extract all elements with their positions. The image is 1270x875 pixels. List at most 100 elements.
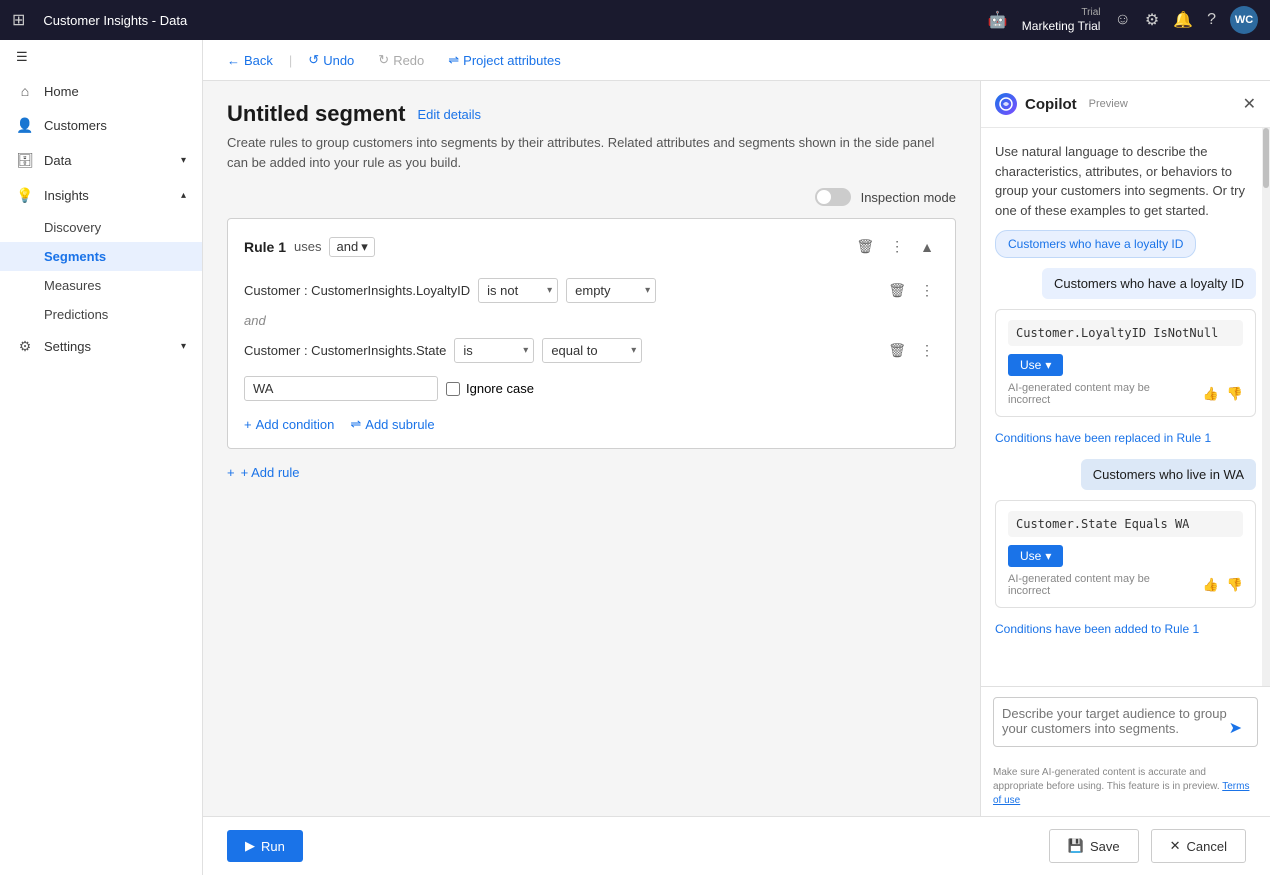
settings-icon[interactable]: ⚙ [1145,10,1159,30]
suggested-chip1[interactable]: Customers who have a loyalty ID [995,230,1196,258]
bell-icon[interactable]: 🔔 [1173,10,1193,30]
rule-delete-btn[interactable]: 🗑 [851,235,879,258]
data-icon: 🗄 [16,152,34,169]
emoji-icon[interactable]: ☺ [1114,11,1130,29]
condition1-value[interactable]: empty not empty [566,278,656,303]
copilot-send-button[interactable]: ➤ [1229,718,1242,738]
footer-text: Make sure AI-generated content is accura… [993,767,1220,792]
condition2-delete-btn[interactable]: 🗑 [883,339,911,362]
sidebar-item-data[interactable]: 🗄 Data ▾ [0,143,202,178]
sidebar-data-label: Data [44,153,71,168]
sidebar-item-customers[interactable]: 👤 Customers [0,108,202,143]
use-chevron2: ▾ [1045,549,1051,563]
condition2-actions: 🗑 ⋮ [883,339,939,362]
thumbs-up1[interactable]: 👍 [1203,386,1219,402]
undo-label: Undo [323,53,354,68]
ignore-case-label[interactable]: Ignore case [446,375,534,402]
sidebar-item-settings[interactable]: ⚙ Settings ▾ [0,329,202,364]
condition2-value[interactable]: equal to not equal to [542,338,642,363]
trial-badge: Trial Marketing Trial [1022,7,1101,33]
save-label: Save [1090,839,1120,854]
customers-icon: 👤 [16,117,34,134]
redo-button[interactable]: ↻ Redo [370,48,432,72]
rule-collapse-btn[interactable]: ▲ [915,235,939,258]
project-attributes-button[interactable]: ⇌ Project attributes [440,48,568,72]
save-button[interactable]: 💾 Save [1049,829,1139,863]
redo-label: Redo [393,53,424,68]
and-separator: and [244,309,939,332]
sidebar-item-discovery[interactable]: Discovery [0,213,202,242]
thumbs-down1[interactable]: 👎 [1227,386,1243,402]
sidebar-item-home[interactable]: ⌂ Home [0,74,202,108]
undo-button[interactable]: ↺ Undo [300,48,362,72]
cancel-button[interactable]: ✕ Cancel [1151,829,1246,863]
data-chevron: ▾ [181,155,186,166]
cancel-label: Cancel [1187,839,1227,854]
edit-details-link[interactable]: Edit details [417,107,481,122]
grid-icon[interactable]: ⊞ [12,10,25,30]
copilot-panel: Copilot Preview ✕ Use natural language t… [980,81,1270,816]
copilot-close-button[interactable]: ✕ [1243,94,1256,114]
copilot-icon[interactable]: 🤖 [988,10,1008,30]
sidebar: ☰ ⌂ Home 👤 Customers 🗄 Data ▾ 💡 Insights… [0,40,203,875]
back-arrow-icon: ← [227,53,240,68]
rule-title: Rule 1 [244,239,286,255]
add-subrule-button[interactable]: ⇌ Add subrule [350,416,434,432]
condition1-value-wrapper[interactable]: empty not empty [566,278,656,303]
condition2-more-btn[interactable]: ⋮ [915,339,939,362]
sidebar-hamburger[interactable]: ☰ [0,40,202,74]
scrollbar-thumb[interactable] [1263,128,1269,188]
use-label1: Use [1020,358,1041,372]
sidebar-item-segments[interactable]: Segments [0,242,202,271]
breadcrumb-sep1: | [289,53,292,68]
rule-and-label: and [336,239,358,254]
inspection-toggle[interactable] [815,188,851,206]
suggestion-box1: Customer.LoyaltyID IsNotNull Use ▾ AI-ge… [995,309,1256,417]
state-value-input[interactable] [244,376,438,401]
copilot-input[interactable] [993,697,1258,747]
condition1-row: Customer : CustomerInsights.LoyaltyID is… [244,272,939,309]
conditions-added: Conditions have been added to Rule 1 [995,618,1256,640]
ignore-case-checkbox[interactable] [446,382,460,396]
sidebar-insights-label: Insights [44,188,89,203]
condition1-operator[interactable]: is not is [478,278,558,303]
sidebar-segments-label: Segments [44,249,106,264]
thumbs-up2[interactable]: 👍 [1203,577,1219,593]
run-button[interactable]: ▶ Run [227,830,303,862]
sidebar-item-measures[interactable]: Measures [0,271,202,300]
add-rule-label: + Add rule [241,465,300,480]
sidebar-item-predictions[interactable]: Predictions [0,300,202,329]
condition2-operator-wrapper[interactable]: is is not [454,338,534,363]
sidebar-item-insights[interactable]: 💡 Insights ▴ [0,178,202,213]
rule-and-badge[interactable]: and ▾ [329,237,374,257]
back-button[interactable]: ← Back [219,49,281,72]
use-btn2-wrapper: Use ▾ [1008,545,1243,573]
use-label2: Use [1020,549,1041,563]
content-area: ← Back | ↺ Undo ↻ Redo ⇌ Project attribu… [203,40,1270,875]
add-rule-button[interactable]: + + Add rule [227,465,300,480]
redo-icon: ↻ [378,52,389,68]
topbar-right: 🤖 Trial Marketing Trial ☺ ⚙ 🔔 ? WC [988,6,1258,34]
user-bubble1: Customers who have a loyalty ID [1042,268,1256,299]
scrollbar-track [1262,128,1270,686]
add-condition-button[interactable]: + Add condition [244,416,334,432]
condition1-more-btn[interactable]: ⋮ [915,279,939,302]
rule-box: Rule 1 uses and ▾ 🗑 ⋮ ▲ [227,218,956,449]
help-icon[interactable]: ? [1207,11,1216,29]
avatar[interactable]: WC [1230,6,1258,34]
use-button1[interactable]: Use ▾ [1008,354,1063,376]
use-chevron1: ▾ [1045,358,1051,372]
rule-more-btn[interactable]: ⋮ [885,235,909,258]
condition2-value-wrapper[interactable]: equal to not equal to [542,338,642,363]
add-actions: + Add condition ⇌ Add subrule [244,416,939,432]
project-attributes-icon: ⇌ [448,52,459,68]
condition1-field: Customer : CustomerInsights.LoyaltyID [244,283,470,298]
rule-header: Rule 1 uses and ▾ 🗑 ⋮ ▲ [244,235,939,258]
cancel-icon: ✕ [1170,838,1181,854]
use-button2[interactable]: Use ▾ [1008,545,1063,567]
thumbs-down2[interactable]: 👎 [1227,577,1243,593]
condition2-operator[interactable]: is is not [454,338,534,363]
copilot-messages-wrapper: Use natural language to describe the cha… [981,128,1270,686]
condition1-operator-wrapper[interactable]: is not is [478,278,558,303]
condition1-delete-btn[interactable]: 🗑 [883,279,911,302]
